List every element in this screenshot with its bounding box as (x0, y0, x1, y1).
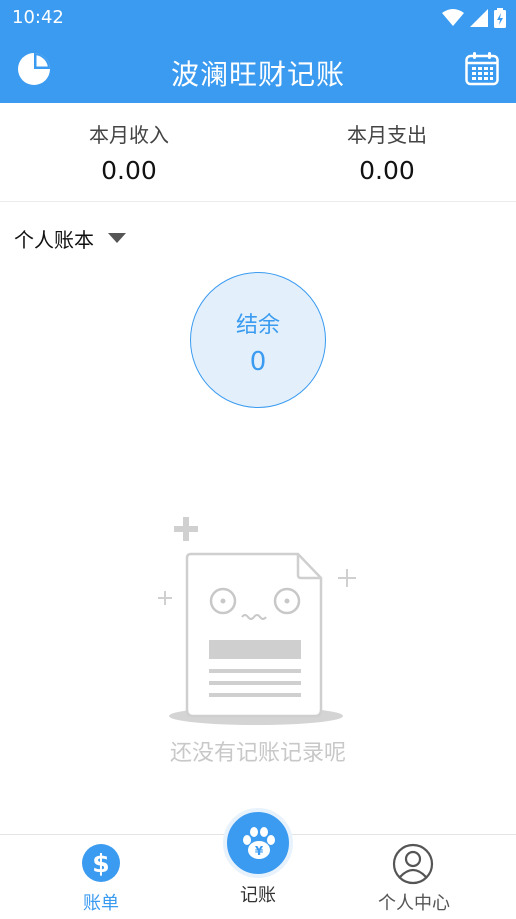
tab-profile[interactable]: 个人中心 (328, 835, 500, 919)
status-bar: 10:42 (0, 0, 516, 36)
income-value: 0.00 (101, 156, 157, 185)
svg-text:¥: ¥ (255, 844, 264, 858)
balance-value: 0 (249, 347, 267, 377)
balance-label: 结余 (235, 313, 280, 338)
monthly-summary: 本月收入 0.00 本月支出 0.00 (0, 103, 516, 202)
app-title: 波澜旺财记账 (170, 58, 345, 91)
dollar-circle-icon: $ (82, 844, 120, 882)
battery-icon (494, 8, 506, 28)
tab-bill-label: 账单 (83, 893, 119, 914)
status-time: 10:42 (12, 7, 64, 28)
record-button[interactable]: ¥ (223, 808, 293, 878)
empty-state-text: 还没有记账记录呢 (169, 741, 346, 766)
ledger-selector[interactable]: 个人账本 (14, 224, 126, 252)
wifi-icon (442, 9, 464, 26)
tab-bill[interactable]: $ 账单 (15, 835, 187, 919)
paw-yen-icon: ¥ (243, 827, 275, 859)
income-summary: 本月收入 0.00 (0, 119, 258, 185)
svg-text:$: $ (92, 849, 109, 878)
system-icons (442, 7, 506, 29)
expense-summary: 本月支出 0.00 (258, 119, 516, 185)
user-circle-icon (392, 843, 434, 885)
ledger-name: 个人账本 (14, 227, 94, 252)
caret-down-icon (108, 233, 126, 243)
balance-circle: 结余 0 (190, 272, 326, 408)
tab-record-label: 记账 (240, 885, 276, 906)
expense-label: 本月支出 (347, 123, 427, 147)
signal-icon (470, 9, 488, 27)
expense-value: 0.00 (359, 156, 415, 185)
app-bar: 波澜旺财记账 (0, 36, 516, 103)
empty-document-illustration (158, 517, 356, 725)
calendar-icon[interactable] (464, 51, 500, 87)
income-label: 本月收入 (89, 123, 169, 147)
tab-profile-label: 个人中心 (378, 893, 450, 914)
